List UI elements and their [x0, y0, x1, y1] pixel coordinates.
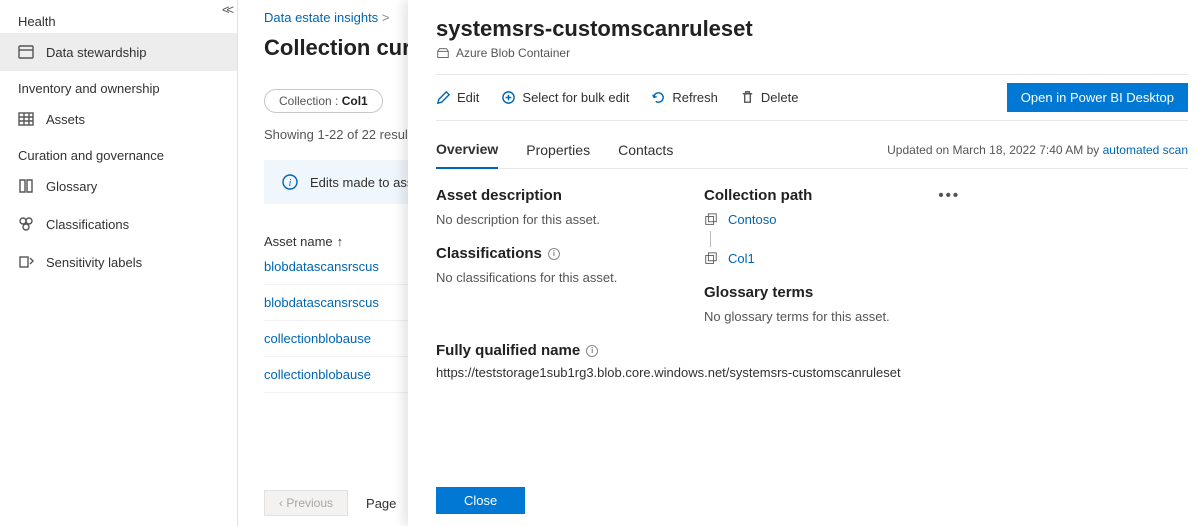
refresh-button[interactable]: Refresh: [651, 90, 718, 105]
toolbar: Edit Select for bulk edit Refresh Delete…: [436, 74, 1188, 121]
plus-circle-icon: [501, 90, 516, 105]
classifications-icon: [18, 216, 34, 232]
glossary-value: No glossary terms for this asset.: [704, 309, 1188, 324]
glossary-heading: Glossary terms: [704, 284, 1188, 301]
sidebar-group-health: Health: [0, 4, 237, 33]
asset-subtype: Azure Blob Container: [436, 46, 1188, 60]
info-icon: i: [282, 174, 298, 190]
sidebar-item-classifications[interactable]: Classifications: [0, 205, 237, 243]
svg-text:i: i: [289, 178, 292, 189]
sidebar-item-label: Glossary: [46, 179, 97, 194]
classifications-heading: Classificationsi: [436, 245, 696, 262]
collection-icon: [704, 213, 718, 227]
breadcrumb-root[interactable]: Data estate insights: [264, 10, 378, 25]
sidebar-item-label: Classifications: [46, 217, 129, 232]
sidebar-item-label: Assets: [46, 112, 85, 127]
more-icon[interactable]: •••: [938, 187, 960, 204]
tab-contacts[interactable]: Contacts: [618, 132, 673, 168]
stewardship-icon: [18, 44, 34, 60]
close-button[interactable]: Close: [436, 487, 525, 514]
fqn-value: https://teststorage1sub1rg3.blob.core.wi…: [436, 365, 1188, 380]
sidebar-item-data-stewardship[interactable]: Data stewardship: [0, 33, 237, 71]
glossary-icon: [18, 178, 34, 194]
asset-detail-panel: systemsrs-customscanruleset Azure Blob C…: [408, 0, 1200, 526]
asset-title: systemsrs-customscanruleset: [436, 16, 1188, 42]
info-icon[interactable]: i: [586, 345, 598, 357]
collection-link[interactable]: Contoso: [728, 212, 776, 227]
edit-button[interactable]: Edit: [436, 90, 479, 105]
edit-icon: [436, 90, 451, 105]
sidebar-item-sensitivity[interactable]: Sensitivity labels: [0, 243, 237, 281]
assets-icon: [18, 111, 34, 127]
collection-icon: [704, 252, 718, 266]
sensitivity-icon: [18, 254, 34, 270]
sidebar-collapse-button[interactable]: <<: [222, 2, 231, 17]
sidebar-item-glossary[interactable]: Glossary: [0, 167, 237, 205]
path-connector: [710, 231, 1188, 247]
sort-asc-icon: ↑: [337, 234, 344, 249]
container-icon: [436, 46, 450, 60]
pager: ‹ Previous Page: [264, 490, 396, 516]
info-icon[interactable]: i: [548, 248, 560, 260]
sidebar-group-curation: Curation and governance: [0, 138, 237, 167]
page-label: Page: [366, 496, 396, 511]
sidebar-item-assets[interactable]: Assets: [0, 100, 237, 138]
collection-path-item: Col1: [704, 251, 1188, 266]
tabs: Overview Properties Contacts Updated on …: [436, 131, 1188, 169]
updated-by-link[interactable]: automated scan: [1103, 143, 1188, 157]
sidebar-group-inventory: Inventory and ownership: [0, 71, 237, 100]
collection-path-heading: Collection path •••: [704, 187, 1188, 204]
refresh-icon: [651, 90, 666, 105]
collection-path-item: Contoso: [704, 212, 1188, 227]
previous-button[interactable]: ‹ Previous: [264, 490, 348, 516]
asset-description-value: No description for this asset.: [436, 212, 696, 227]
delete-button[interactable]: Delete: [740, 90, 799, 105]
sidebar-item-label: Data stewardship: [46, 45, 146, 60]
filter-chip-collection[interactable]: Collection : Col1: [264, 89, 383, 113]
tab-properties[interactable]: Properties: [526, 132, 590, 168]
tab-overview[interactable]: Overview: [436, 131, 498, 169]
updated-timestamp: Updated on March 18, 2022 7:40 AM by aut…: [887, 143, 1188, 157]
chevron-right-icon: >: [382, 10, 390, 25]
bulk-edit-button[interactable]: Select for bulk edit: [501, 90, 629, 105]
collection-link[interactable]: Col1: [728, 251, 755, 266]
sidebar: << Health Data stewardship Inventory and…: [0, 0, 238, 526]
sidebar-item-label: Sensitivity labels: [46, 255, 142, 270]
classifications-value: No classifications for this asset.: [436, 270, 696, 285]
asset-description-heading: Asset description: [436, 187, 696, 204]
fqn-heading: Fully qualified namei: [436, 342, 1188, 359]
open-powerbi-button[interactable]: Open in Power BI Desktop: [1007, 83, 1188, 112]
delete-icon: [740, 90, 755, 105]
